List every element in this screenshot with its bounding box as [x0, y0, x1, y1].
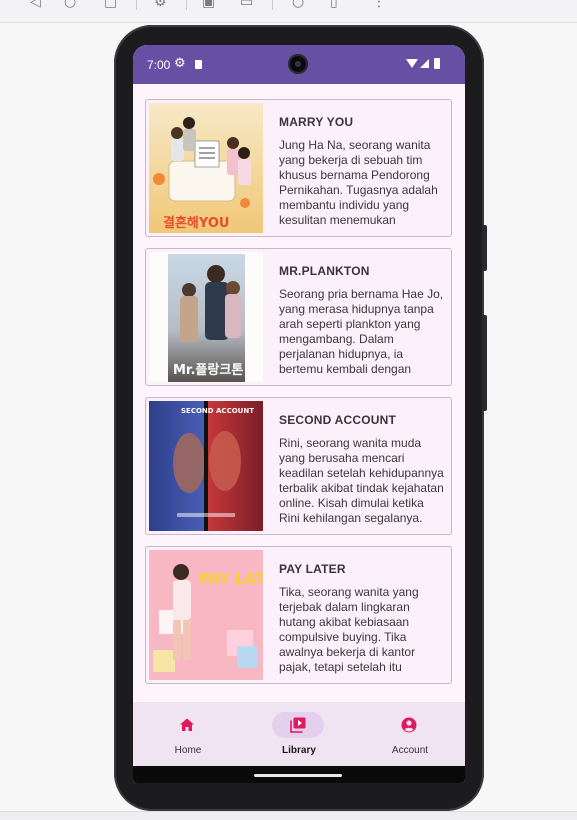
settings-icon[interactable]: ⚙	[154, 0, 167, 10]
nav-item-library[interactable]: Library	[244, 702, 354, 766]
movie-title: SECOND ACCOUNT	[279, 413, 397, 427]
movie-poster-image: PAY LATER	[149, 550, 263, 680]
status-time: 7:00	[147, 58, 171, 72]
movie-card[interactable]: PAY LATER PAY LATER Tika, seorang wanita…	[145, 546, 452, 684]
battery-icon	[434, 58, 440, 69]
home-gesture-handle[interactable]	[254, 774, 342, 777]
nav-item-home[interactable]: Home	[133, 702, 243, 766]
ide-status-strip	[0, 811, 577, 820]
movie-list[interactable]: 결혼해YOU MARRY YOU Jung Ha Na, seorang wan…	[133, 84, 465, 701]
poster-title-text: PAY LATER	[199, 570, 263, 588]
record-icon[interactable]: ▭	[240, 0, 253, 10]
settings-status-icon: ⚙	[174, 56, 186, 71]
status-bar: 7:00 ⚙	[133, 45, 465, 84]
signal-icon	[420, 59, 429, 68]
square-icon[interactable]: □	[104, 0, 117, 10]
back-icon[interactable]: ◁	[30, 0, 41, 10]
poster-title-text: SECOND ACCOUNT	[181, 407, 254, 415]
movie-description: Tika, seorang wanita yang terjebak dalam…	[279, 585, 419, 676]
nav-label: Account	[391, 745, 429, 756]
nav-label: Home	[174, 745, 202, 756]
help-icon[interactable]: ○	[292, 0, 304, 10]
poster-title-text: Mr.플랑크톤	[173, 363, 243, 378]
movie-poster-image: Mr.플랑크톤	[149, 252, 263, 382]
nav-label: Library	[282, 745, 316, 756]
account-circle-icon	[401, 717, 417, 733]
movie-description: Seorang pria bernama Hae Jo, yang merasa…	[279, 287, 444, 378]
camera-icon[interactable]: ▣	[202, 0, 215, 10]
device-icon[interactable]: ▯	[330, 0, 338, 10]
volume-button[interactable]	[482, 225, 487, 271]
gesture-navigation-area	[133, 766, 465, 783]
rotate-icon[interactable]: ○	[64, 0, 76, 10]
movie-card[interactable]: 결혼해YOU MARRY YOU Jung Ha Na, seorang wan…	[145, 99, 452, 237]
ide-toolbar: ◁ ○ □ ⚙ ▣ ▭ ○ ▯ ⋮	[0, 0, 577, 23]
video-library-icon	[290, 717, 306, 733]
toolbar-divider	[136, 0, 137, 10]
movie-title: MR.PLANKTON	[279, 264, 370, 278]
home-icon	[180, 718, 194, 731]
front-camera	[288, 54, 308, 74]
sd-card-icon	[195, 60, 202, 69]
device-frame: 7:00 ⚙ 결혼해YOU MARRY YOU Jung Ha Na, seor…	[114, 25, 487, 811]
movie-poster-image: SECOND ACCOUNT	[149, 401, 263, 531]
movie-title: MARRY YOU	[279, 115, 354, 129]
poster-title-text: 결혼해YOU	[163, 215, 229, 231]
wifi-icon	[406, 59, 418, 68]
app-screen: 7:00 ⚙ 결혼해YOU MARRY YOU Jung Ha Na, seor…	[133, 45, 465, 783]
movie-description: Rini, seorang wanita muda yang berusaha …	[279, 436, 444, 525]
movie-card[interactable]: SECOND ACCOUNT SECOND ACCOUNT Rini, seor…	[145, 397, 452, 535]
power-button[interactable]	[482, 315, 487, 411]
toolbar-divider	[272, 0, 273, 10]
movie-title: PAY LATER	[279, 562, 346, 576]
toolbar-divider	[186, 0, 187, 10]
bottom-navigation: Home Library Account	[133, 702, 465, 766]
nav-item-account[interactable]: Account	[355, 702, 465, 766]
more-icon[interactable]: ⋮	[372, 0, 386, 10]
movie-poster-image: 결혼해YOU	[149, 103, 263, 233]
movie-card[interactable]: Mr.플랑크톤 MR.PLANKTON Seorang pria bernama…	[145, 248, 452, 386]
movie-description: Jung Ha Na, seorang wanita yang bekerja …	[279, 138, 438, 229]
